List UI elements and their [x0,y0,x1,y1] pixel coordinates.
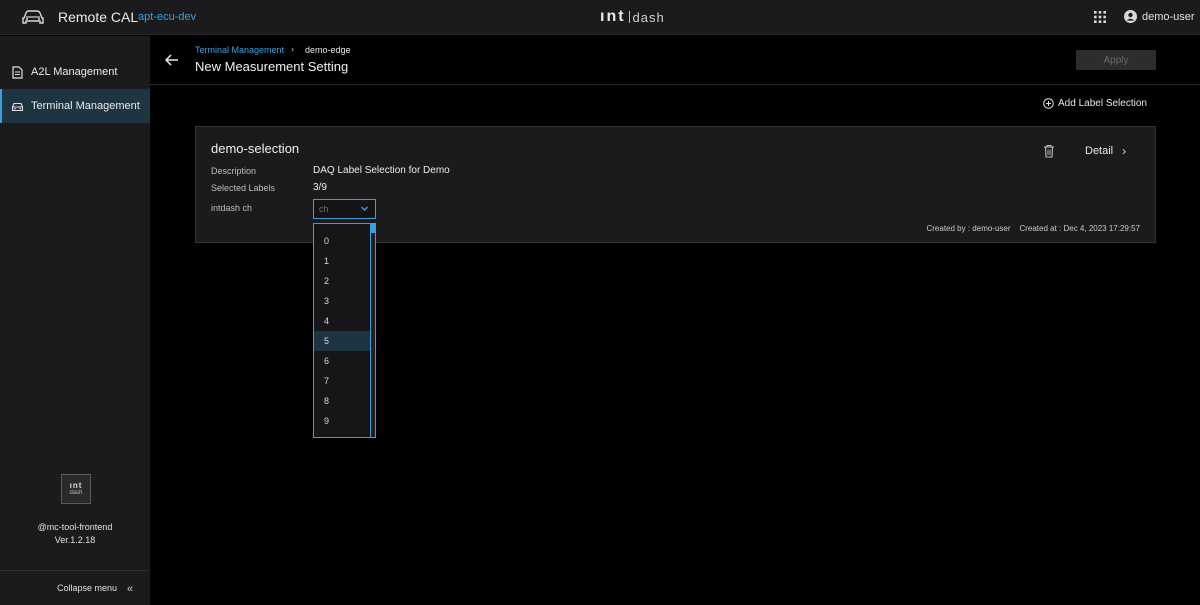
brand-int: ınt [600,8,626,25]
intdash-logo: ınt dash [600,8,665,26]
chevron-right-icon: › [1122,144,1127,158]
sidebar: A2L Management Terminal Management ınt d… [0,36,150,605]
dropdown-scrollbar[interactable] [370,224,375,437]
created-by-label: Created by : [926,224,971,233]
breadcrumb-separator: › [291,44,294,54]
brand-divider [628,11,630,23]
selected-labels-value: 3/9 [313,182,327,193]
ch-dropdown-list: 0 1 2 3 4 5 6 7 8 9 [313,223,376,438]
description-label: Description [211,166,257,176]
dropdown-option-6[interactable]: 6 [314,351,371,371]
breadcrumb-current: demo-edge [305,45,351,55]
sidebar-item-a2l-management[interactable]: A2L Management [0,55,150,89]
card-title: demo-selection [211,141,300,156]
intdash-ch-select[interactable]: ch [313,199,376,219]
intdash-ch-label: intdash ch [211,203,253,213]
created-by-value: demo-user [972,224,1011,233]
dropdown-option-5[interactable]: 5 [314,331,371,351]
document-icon [12,65,23,79]
detail-button[interactable]: Detail › [1085,144,1126,158]
dropdown-option-7[interactable]: 7 [314,371,371,391]
sidebar-item-label: Terminal Management [31,100,140,112]
brand-dash: dash [632,9,665,25]
dropdown-option-0[interactable]: 0 [314,231,371,251]
user-name[interactable]: demo-user [1142,11,1195,23]
dropdown-option-9[interactable]: 9 [314,411,371,431]
vehicle-icon [11,102,24,111]
version-label: Ver.1.2.18 [54,535,96,545]
logo-int: ınt [69,480,83,490]
dropdown-option-3[interactable]: 3 [314,291,371,311]
collapse-menu-button[interactable]: Collapse menu [57,583,117,593]
logo-dash: dash [69,489,83,496]
trash-icon[interactable] [1043,144,1055,158]
plus-circle-icon [1043,98,1054,109]
created-at-label: Created at : [1019,224,1062,233]
environment-name[interactable]: apt-ecu-dev [138,11,196,23]
dropdown-option-1[interactable]: 1 [314,251,371,271]
created-at-value: Dec 4, 2023 17:29:57 [1063,224,1140,233]
description-value: DAQ Label Selection for Demo [313,165,450,176]
user-circle-icon[interactable] [1124,10,1137,23]
package-name: @mc-tool-frontend [37,522,113,532]
apply-button[interactable]: Apply [1076,50,1156,70]
double-chevron-left-icon[interactable]: « [127,583,133,595]
created-meta: Created by : demo-user Created at : Dec … [926,224,1140,233]
detail-label: Detail [1085,145,1114,157]
sidebar-item-label: A2L Management [31,66,118,78]
back-arrow-icon[interactable] [164,52,180,68]
dropdown-option-2[interactable]: 2 [314,271,371,291]
selected-labels-label: Selected Labels [211,183,276,193]
sidebar-divider [0,570,150,571]
app-title: Remote CAL [58,9,139,25]
intdash-small-logo: ınt dash [61,474,91,504]
dropdown-option-8[interactable]: 8 [314,391,371,411]
dropdown-option-4[interactable]: 4 [314,311,371,331]
header-divider [150,84,1200,85]
add-label-selection-text: Add Label Selection [1058,98,1147,109]
page-title: New Measurement Setting [195,59,349,74]
sidebar-item-terminal-management[interactable]: Terminal Management [0,89,150,123]
select-placeholder: ch [319,204,329,214]
chevron-down-icon [361,206,368,211]
add-label-selection-button[interactable]: Add Label Selection [1043,98,1147,109]
apps-grid-icon[interactable] [1094,11,1106,23]
dropdown-scrollbar-thumb[interactable] [370,224,375,233]
car-icon [22,10,44,24]
top-bar: Remote CAL apt-ecu-dev ınt dash demo-use… [0,0,1200,35]
breadcrumb-terminal-management[interactable]: Terminal Management [195,45,284,55]
